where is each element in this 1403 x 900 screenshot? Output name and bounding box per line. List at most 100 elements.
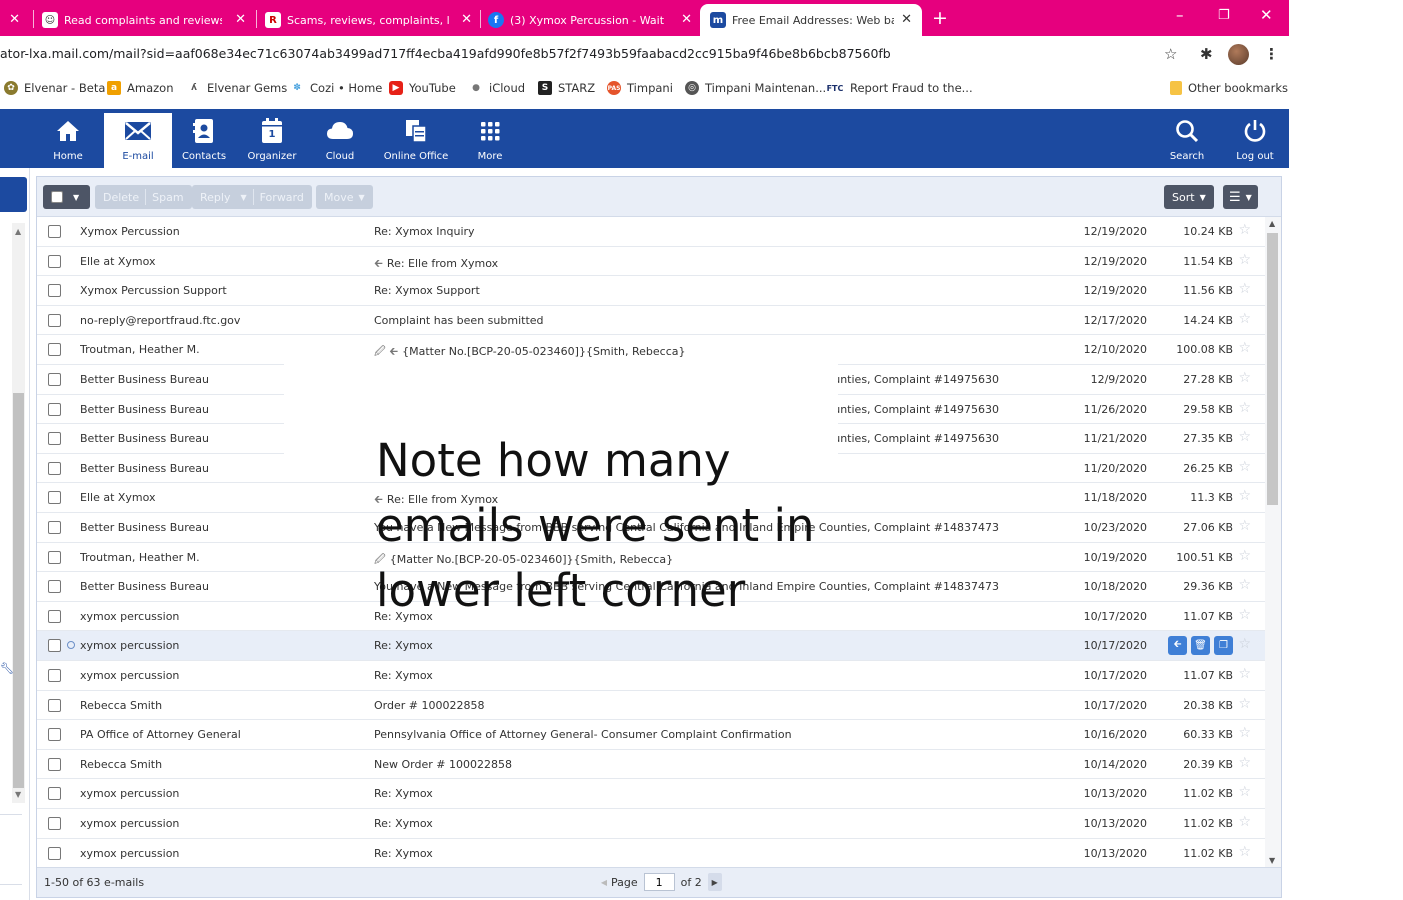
row-checkbox[interactable] [48, 225, 61, 238]
star-icon[interactable]: ☆ [1238, 400, 1251, 416]
star-icon[interactable]: ☆ [1238, 429, 1251, 445]
email-row[interactable]: no-reply@reportfraud.ftc.gov Complaint ha… [37, 305, 1265, 336]
row-checkbox[interactable] [48, 669, 61, 682]
close-tab-icon[interactable]: ✕ [681, 12, 692, 27]
tab-mail-com[interactable]: m Free Email Addresses: Web base ✕ [700, 4, 922, 36]
row-checkbox[interactable] [48, 757, 61, 771]
nav-home[interactable]: Home [34, 109, 102, 168]
nav-organizer[interactable]: 1 Organizer [238, 109, 306, 168]
row-checkbox[interactable] [48, 698, 61, 712]
email-row[interactable]: xymox percussion Re: Xymox 10/13/2020 11.02… [37, 809, 1265, 839]
page-number-input[interactable] [643, 873, 675, 891]
star-icon[interactable]: ☆ [1238, 340, 1251, 356]
bookmark-timpani[interactable]: PAS Timpani [607, 81, 673, 95]
row-checkbox[interactable] [48, 284, 61, 298]
row-checkbox[interactable] [48, 550, 61, 564]
view-options-button[interactable]: ☰ ▼ [1223, 185, 1258, 209]
email-row[interactable]: xymox percussion Re: Xymox 10/17/2020 🡰 🗑︎ ❐ ☆ [37, 631, 1265, 661]
scroll-up-icon[interactable]: ▲ [15, 227, 21, 236]
delete-button[interactable]: Delete [103, 191, 139, 204]
nav-more[interactable]: More [456, 109, 524, 168]
nav-cloud[interactable]: Cloud [306, 109, 374, 168]
unread-toggle-icon[interactable] [67, 641, 75, 650]
bookmark-starz[interactable]: S STARZ [538, 81, 595, 95]
select-all-dropdown[interactable]: ▼ [43, 185, 90, 209]
bookmark-cozi[interactable]: ✽ Cozi • Home [290, 81, 382, 95]
minimize-icon[interactable]: – [1176, 6, 1184, 24]
close-tab-icon[interactable]: ✕ [901, 12, 912, 27]
email-row[interactable]: Rebecca Smith New Order # 100022858 10/14/… [37, 749, 1265, 780]
mail-scroll-thumb[interactable] [1267, 233, 1278, 505]
bookmark-youtube[interactable]: ▶ YouTube [389, 81, 456, 95]
next-page-icon[interactable]: ▶ [707, 873, 722, 891]
email-row[interactable]: Xymox Percussion Re: Xymox Inquiry 12/19/2… [37, 217, 1265, 247]
row-checkbox[interactable] [48, 491, 61, 505]
close-tab-icon[interactable]: ✕ [461, 12, 472, 27]
email-row[interactable]: Troutman, Heather M. 🖉 🡰 {Matter No.[BCP-2… [37, 335, 1265, 365]
row-checkbox[interactable] [48, 343, 61, 357]
copy-icon[interactable]: ❐ [1214, 636, 1233, 656]
star-icon[interactable]: ☆ [1238, 844, 1251, 860]
restore-icon[interactable]: ❐ [1218, 8, 1230, 23]
reply-arrow-icon[interactable]: 🡰 [1168, 636, 1187, 656]
row-checkbox[interactable] [48, 787, 61, 801]
star-icon[interactable]: ☆ [1238, 311, 1251, 327]
previous-page-icon[interactable]: ◀ [597, 873, 611, 891]
star-icon[interactable]: ☆ [1238, 725, 1251, 741]
star-icon[interactable]: ☆ [1238, 666, 1251, 682]
email-row[interactable]: xymox percussion Re: Xymox 10/17/2020 11.07… [37, 661, 1265, 691]
chevron-down-icon[interactable]: ▼ [240, 193, 246, 202]
select-all-checkbox[interactable] [51, 191, 63, 203]
star-icon[interactable]: ☆ [1238, 636, 1251, 652]
bookmark-amazon[interactable]: a Amazon [107, 81, 173, 95]
row-checkbox[interactable] [48, 728, 61, 742]
menu-kebab-icon[interactable]: ⋮ [1264, 45, 1279, 63]
tab-complaints[interactable]: ☺ Read complaints and reviews @ ✕ [42, 6, 252, 34]
compose-button[interactable] [0, 177, 27, 212]
star-icon[interactable]: ☆ [1238, 370, 1251, 386]
email-row[interactable]: Xymox Percussion Support Re: Xymox Suppor… [37, 276, 1265, 306]
row-checkbox[interactable] [48, 313, 61, 327]
star-icon[interactable]: ☆ [1238, 814, 1251, 830]
nav-search[interactable]: Search [1153, 109, 1221, 168]
move-button[interactable]: Move ▼ [316, 185, 373, 209]
star-bookmark-icon[interactable]: ☆ [1164, 45, 1177, 63]
star-icon[interactable]: ☆ [1238, 548, 1251, 564]
row-checkbox[interactable] [48, 432, 61, 446]
star-icon[interactable]: ☆ [1238, 222, 1251, 238]
scroll-up-icon[interactable]: ▲ [1269, 219, 1275, 228]
tab-truncated[interactable]: ✕ [0, 6, 28, 34]
email-row[interactable]: xymox percussion Re: Xymox 10/13/2020 11.02… [37, 779, 1265, 809]
email-row[interactable]: xymox percussion Re: Xymox 10/13/2020 11.02… [37, 838, 1265, 867]
star-icon[interactable]: ☆ [1238, 252, 1251, 268]
spam-button[interactable]: Spam [152, 191, 183, 204]
tool-icon[interactable]: 🔧︎ [0, 662, 14, 675]
star-icon[interactable]: ☆ [1238, 755, 1251, 771]
row-checkbox[interactable] [48, 639, 61, 653]
bookmark-report-fraud[interactable]: FTC Report Fraud to the... [826, 81, 973, 95]
nav-logout[interactable]: Log out [1221, 109, 1289, 168]
star-icon[interactable]: ☆ [1238, 577, 1251, 593]
star-icon[interactable]: ☆ [1238, 459, 1251, 475]
scroll-down-icon[interactable]: ▼ [1269, 856, 1275, 865]
email-row[interactable]: Elle at Xymox 🡰 Re: Elle from Xymox 12/19/2… [37, 246, 1265, 277]
trash-icon[interactable]: 🗑︎ [1191, 636, 1210, 656]
bookmark-icloud[interactable]: ● iCloud [469, 81, 525, 95]
bookmark-elvenar-gems[interactable]: ʎ Elvenar Gems [187, 81, 287, 95]
new-tab-icon[interactable]: + [932, 7, 948, 29]
close-window-icon[interactable]: ✕ [1260, 6, 1273, 24]
star-icon[interactable]: ☆ [1238, 281, 1251, 297]
row-checkbox[interactable] [48, 609, 61, 623]
nav-email[interactable]: E-mail [104, 113, 172, 168]
email-row[interactable]: PA Office of Attorney General Pennsylvani… [37, 720, 1265, 750]
star-icon[interactable]: ☆ [1238, 488, 1251, 504]
row-checkbox[interactable] [48, 461, 61, 475]
row-checkbox[interactable] [48, 580, 61, 594]
email-row[interactable]: Rebecca Smith Order # 100022858 10/17/2020… [37, 690, 1265, 721]
bookmark-timpani-maintenance[interactable]: ◎ Timpani Maintenan... [685, 81, 826, 95]
row-checkbox[interactable] [48, 817, 61, 830]
star-icon[interactable]: ☆ [1238, 696, 1251, 712]
url-field[interactable]: ator-lxa.mail.com/mail?sid=aaf068e34ec71… [0, 46, 891, 61]
sort-button[interactable]: Sort ▼ [1164, 185, 1214, 209]
star-icon[interactable]: ☆ [1238, 607, 1251, 623]
